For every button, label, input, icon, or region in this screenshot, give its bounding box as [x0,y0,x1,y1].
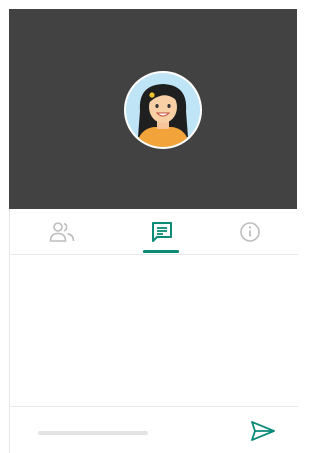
send-button[interactable] [246,416,280,446]
tab-people[interactable] [32,209,92,254]
chat-icon [152,221,172,242]
participant-video-area [9,9,297,209]
info-icon [240,221,260,242]
side-panel [9,209,298,453]
meeting-window [0,0,298,453]
people-icon [49,221,75,242]
woman-avatar-icon [124,71,202,149]
panel-tabs [10,209,298,255]
message-input[interactable] [28,417,228,445]
chat-messages-area [10,255,298,405]
message-composer [10,406,298,453]
send-icon [251,421,275,441]
participant-avatar [124,71,202,149]
tab-chat[interactable] [132,209,192,254]
tab-info[interactable] [220,209,280,254]
selected-tab-indicator [143,250,179,253]
